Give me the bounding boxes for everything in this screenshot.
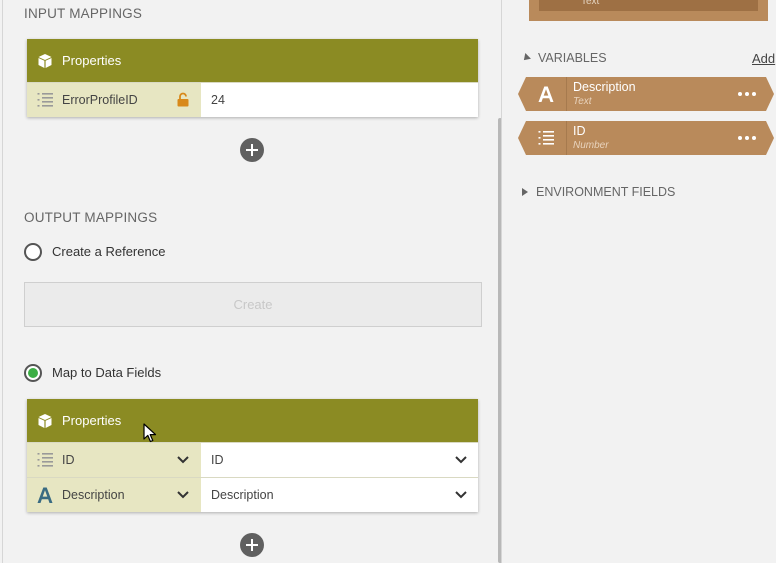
map-to-data-fields-label: Map to Data Fields: [52, 365, 162, 380]
add-input-mapping-button[interactable]: [240, 138, 264, 162]
collapsed-triangle-icon: [522, 188, 528, 196]
text-a-icon: [538, 86, 554, 102]
number-list-icon: [37, 93, 53, 107]
chip-divider: [566, 77, 567, 111]
more-options-icon[interactable]: [738, 136, 756, 140]
variable-chip-inner: Text: [539, 0, 758, 11]
data-field-value: Description: [211, 488, 274, 502]
variables-section-header[interactable]: VARIABLES: [521, 51, 607, 65]
input-mapping-row: ErrorProfileID 24: [27, 82, 478, 117]
output-mapping-row: Description Description: [27, 477, 478, 512]
input-properties-card: Properties ErrorProfileID 24: [27, 39, 478, 117]
data-field-select[interactable]: Description: [201, 478, 478, 512]
more-options-icon[interactable]: [738, 92, 756, 96]
chevron-down-icon: [177, 491, 189, 499]
expanded-triangle-icon: [521, 53, 531, 63]
variable-chip-partial[interactable]: Text: [529, 0, 768, 21]
cube-icon: [38, 53, 52, 68]
variable-chip-description[interactable]: Description Text: [518, 77, 774, 111]
property-name: ID: [62, 453, 75, 467]
property-value-input[interactable]: 24: [201, 83, 478, 117]
chevron-down-icon: [455, 456, 467, 464]
data-field-select[interactable]: ID: [201, 443, 478, 477]
variable-type: Text: [573, 96, 592, 107]
output-mappings-title: OUTPUT MAPPINGS: [24, 210, 158, 225]
create-reference-label: Create a Reference: [52, 244, 166, 259]
environment-fields-title: ENVIRONMENT FIELDS: [536, 185, 676, 199]
output-properties-card: Properties ID ID Description Description: [27, 399, 478, 512]
environment-fields-header[interactable]: ENVIRONMENT FIELDS: [522, 185, 675, 199]
property-name: Description: [62, 488, 125, 502]
mappings-panel: INPUT MAPPINGS Properties ErrorProfileID: [2, 0, 502, 563]
variables-title: VARIABLES: [538, 51, 607, 65]
number-list-icon: [37, 453, 53, 467]
chevron-down-icon: [455, 491, 467, 499]
map-to-data-fields-radio[interactable]: [24, 364, 42, 382]
property-name-select[interactable]: ID: [27, 443, 201, 477]
property-name-select[interactable]: Description: [27, 478, 201, 512]
variable-chip-id[interactable]: ID Number: [518, 121, 774, 155]
variable-name: ID: [573, 124, 586, 138]
property-value: 24: [211, 93, 225, 107]
variable-name: Description: [573, 80, 636, 94]
chevron-down-icon: [177, 456, 189, 464]
variable-type: Number: [573, 140, 609, 151]
chip-divider: [566, 121, 567, 155]
create-button[interactable]: Create: [24, 282, 482, 327]
lock-icon[interactable]: [177, 92, 189, 107]
text-a-icon: [37, 487, 53, 503]
add-output-mapping-button[interactable]: [240, 533, 264, 557]
create-reference-radio[interactable]: [24, 243, 42, 261]
input-mappings-title: INPUT MAPPINGS: [24, 6, 143, 21]
properties-header-label: Properties: [62, 413, 122, 428]
properties-header-label: Properties: [62, 53, 122, 68]
add-variable-link[interactable]: Add: [752, 51, 775, 66]
data-field-value: ID: [211, 453, 224, 467]
property-name-cell: ErrorProfileID: [27, 83, 201, 117]
property-name: ErrorProfileID: [62, 93, 138, 107]
number-list-icon: [538, 131, 554, 145]
input-properties-header[interactable]: Properties: [27, 39, 478, 82]
variable-type: Text: [581, 0, 600, 7]
output-properties-header[interactable]: Properties: [27, 399, 478, 442]
cube-icon: [38, 413, 52, 428]
mouse-cursor-icon: [143, 423, 157, 443]
variables-panel: Text VARIABLES Add Description Text ID N…: [502, 0, 776, 563]
output-mapping-row: ID ID: [27, 442, 478, 477]
